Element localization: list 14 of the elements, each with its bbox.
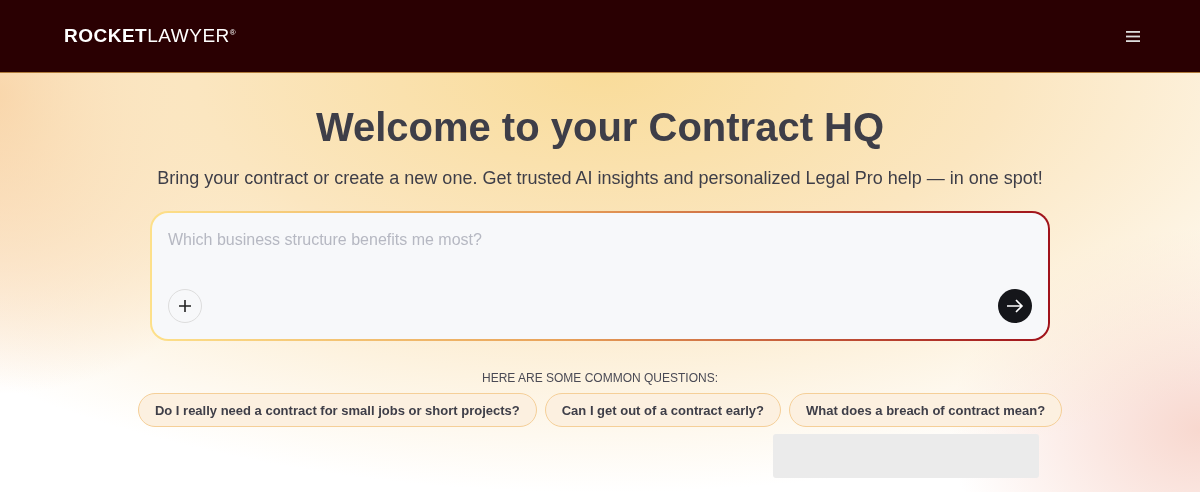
page-title: Welcome to your Contract HQ	[315, 105, 885, 150]
questions-heading: HERE ARE SOME COMMON QUESTIONS:	[482, 371, 718, 385]
logo[interactable]: ROCKETLAWYER$^{®}$	[64, 25, 237, 47]
question-chip[interactable]: What does a breach of contract mean?	[789, 393, 1063, 427]
plus-icon	[178, 299, 192, 313]
menu-icon	[1126, 30, 1140, 42]
prompt-input[interactable]: Which business structure benefits me most?	[168, 229, 1032, 251]
question-chip[interactable]: Can I get out of a contract early?	[544, 393, 781, 427]
arrow-right-icon	[1006, 298, 1024, 314]
attach-button[interactable]	[168, 289, 202, 323]
question-chip[interactable]: Do I really need a contract for small jobs or short projects?	[137, 393, 537, 427]
send-button[interactable]	[998, 289, 1032, 323]
page-subtitle: Bring your contract or create a new one. Get trusted AI insights and personalized Legal Pro help — in one spot!	[157, 168, 1043, 189]
prompt-field[interactable]: Which business structure benefits me most?	[150, 211, 1050, 341]
